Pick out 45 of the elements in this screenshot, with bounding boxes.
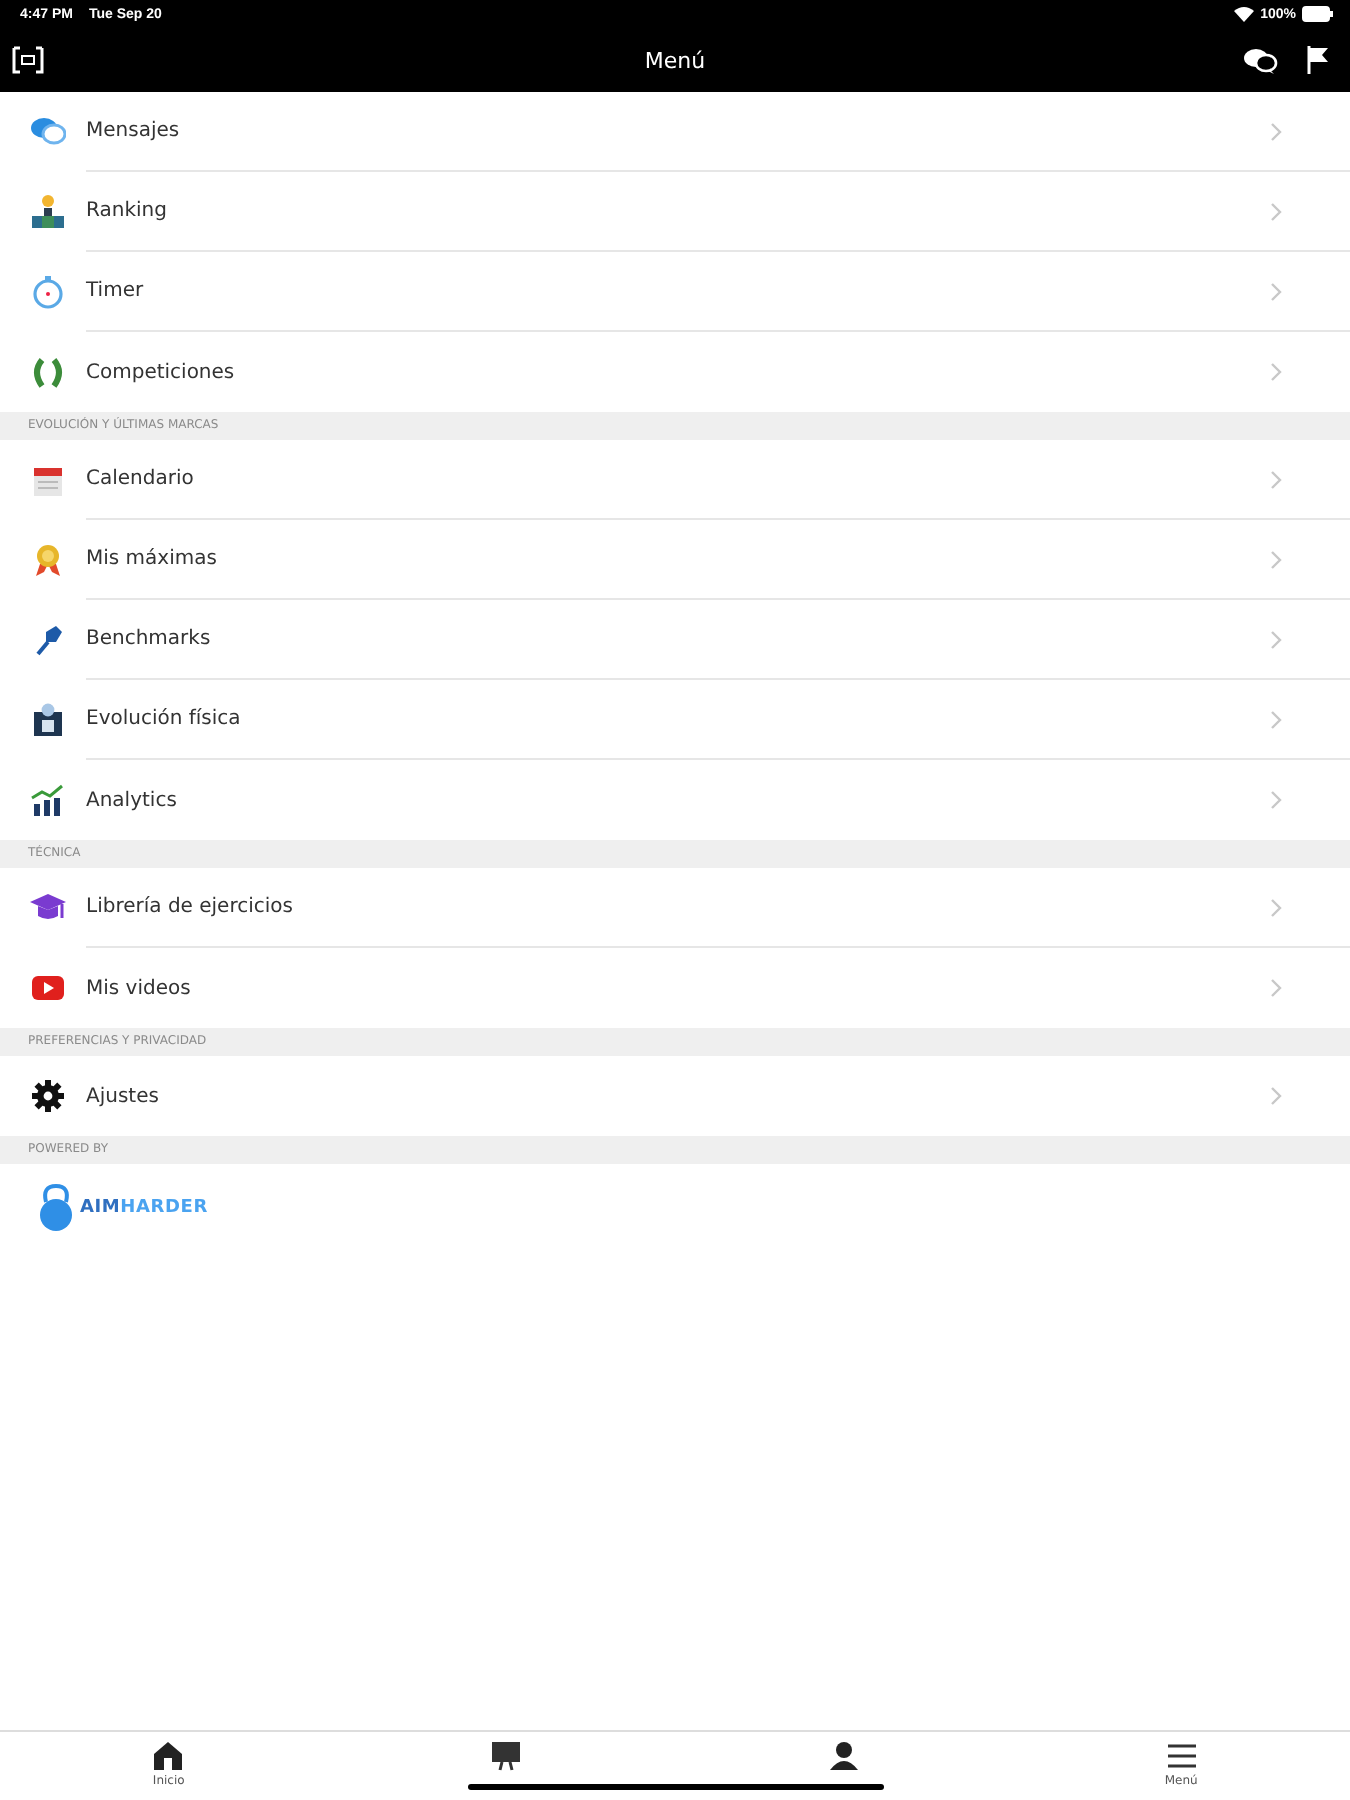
person-icon — [827, 1740, 860, 1772]
flag-icon[interactable] — [1306, 46, 1330, 74]
qr-code-icon[interactable] — [12, 46, 44, 74]
chevron-right-icon — [1270, 629, 1282, 649]
body-scale-icon — [29, 702, 65, 738]
home-icon — [152, 1740, 185, 1772]
chevron-right-icon — [1270, 469, 1282, 489]
bar-chart-icon — [29, 782, 65, 818]
calendar-icon — [29, 462, 65, 498]
chevron-right-icon — [1270, 281, 1282, 301]
nav-title: Menú — [644, 47, 706, 73]
laurel-wreath-icon — [29, 354, 65, 390]
wifi-icon — [1234, 6, 1255, 22]
menu-item[interactable]: Mis videos — [0, 948, 1350, 1028]
chevron-right-icon — [1270, 897, 1282, 917]
chevron-right-icon — [1270, 1086, 1282, 1106]
menu-item[interactable]: Evolución física — [0, 680, 1350, 760]
gear-icon — [29, 1078, 65, 1114]
menu-item[interactable]: Mensajes — [0, 92, 1350, 172]
chevron-right-icon — [1270, 549, 1282, 569]
menu-item[interactable]: Ajustes — [0, 1056, 1350, 1136]
menu-item[interactable]: Mis máximas — [0, 520, 1350, 600]
kettlebell-icon — [36, 1184, 76, 1232]
battery-icon — [1302, 6, 1334, 22]
chevron-right-icon — [1270, 362, 1282, 382]
menu-item[interactable]: Timer — [0, 252, 1350, 332]
menu-item[interactable]: Calendario — [0, 440, 1350, 520]
chevron-right-icon — [1270, 121, 1282, 141]
chat-bubbles-icon — [29, 114, 65, 150]
stopwatch-icon — [29, 274, 65, 310]
menu-item[interactable]: Benchmarks — [0, 600, 1350, 680]
brand-logo-text: AIM HARDER — [80, 1198, 208, 1218]
chevron-right-icon — [1270, 790, 1282, 810]
chevron-right-icon — [1270, 978, 1282, 998]
chevron-right-icon — [1270, 201, 1282, 221]
menu-item[interactable]: Ranking — [0, 172, 1350, 252]
menu-item[interactable]: Competiciones — [0, 332, 1350, 412]
podium-icon — [29, 194, 65, 230]
video-play-icon — [29, 970, 65, 1006]
menu-icon — [1165, 1740, 1198, 1772]
chat-bubbles-icon[interactable] — [1242, 46, 1278, 74]
menu-item[interactable]: Librería de ejercicios — [0, 868, 1350, 948]
chevron-right-icon — [1270, 709, 1282, 729]
menu-item[interactable]: Analytics — [0, 760, 1350, 840]
whiteboard-icon — [490, 1740, 523, 1772]
